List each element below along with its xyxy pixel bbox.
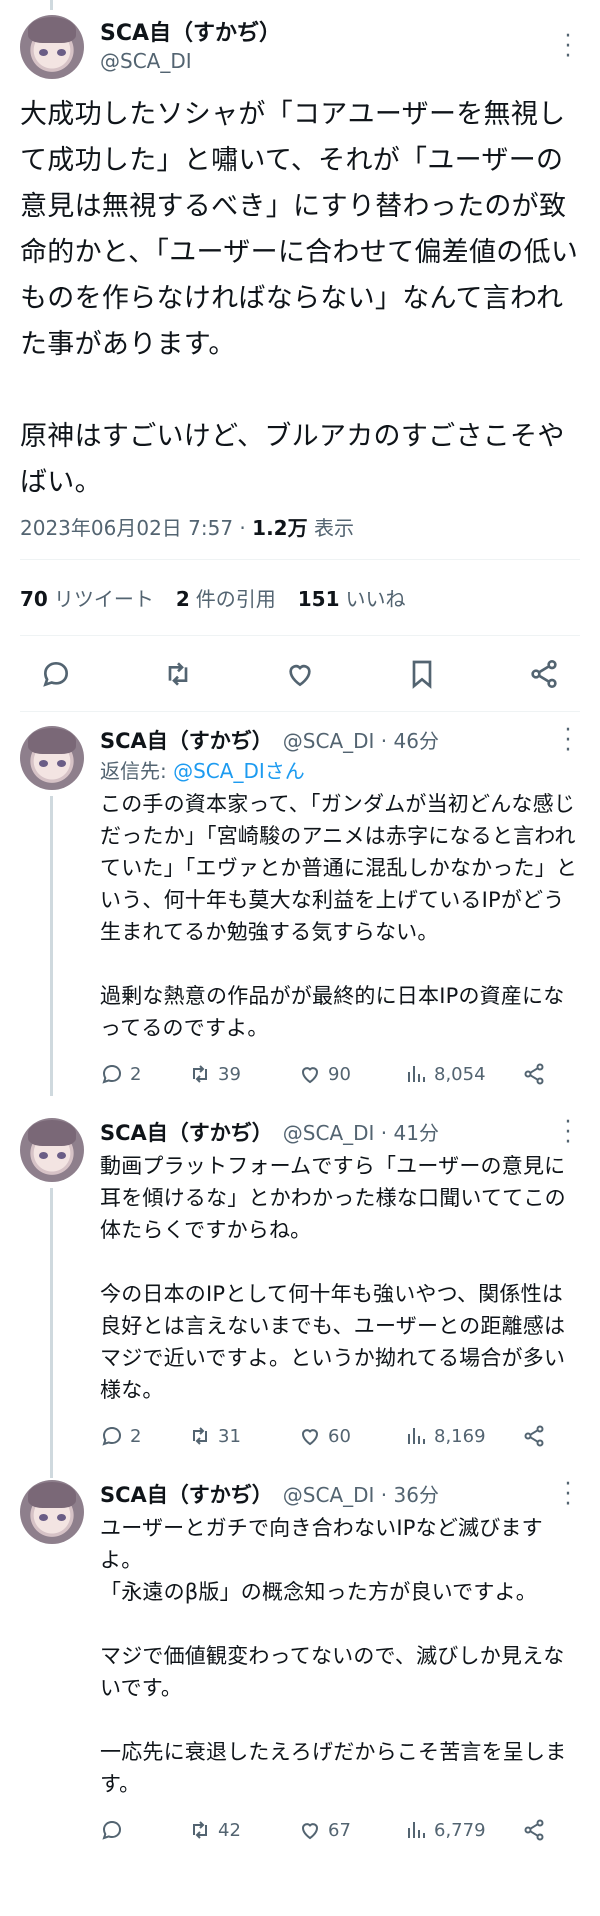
more-options-icon[interactable]: · · · — [556, 720, 580, 762]
main-tweet-header: SCA自（すかぢ） @SCA_DI · · · — [20, 12, 580, 82]
reply-tweet[interactable]: SCA自（すかぢ） @SCA_DI · 36分 · · · ユーザーとガチで向き合わ… — [0, 1466, 600, 1860]
more-options-icon[interactable]: · · · — [556, 1112, 580, 1154]
views-icon — [408, 1066, 425, 1082]
reply-icon — [102, 1426, 122, 1446]
retweet-icon — [193, 1821, 207, 1839]
timestamp[interactable]: 2023年06月02日 7:57 — [20, 516, 233, 540]
display-name[interactable]: SCA自（すかぢ） — [100, 1481, 273, 1509]
like-button[interactable]: 90 — [298, 1062, 404, 1086]
reply-actions: 42 67 6,779 — [100, 1800, 580, 1860]
reply-tweet[interactable]: SCA自（すかぢ） @SCA_DI · 46分 · · · 返信先: @SCA_DI… — [0, 712, 600, 1104]
reply-button[interactable] — [100, 1818, 188, 1842]
views-label: 表示 — [313, 516, 354, 540]
display-name[interactable]: SCA自（すかぢ） — [100, 20, 556, 48]
tweet-actions — [20, 636, 580, 712]
reply-tweet[interactable]: SCA自（すかぢ） @SCA_DI · 41分 · · · 動画プラットフォームです… — [0, 1104, 600, 1478]
thread-line — [50, 1188, 53, 1478]
avatar[interactable] — [20, 726, 84, 790]
share-icon — [524, 1063, 544, 1085]
avatar[interactable] — [20, 15, 84, 79]
share-icon — [524, 1425, 544, 1447]
reply-text: この手の資本家って、「ガンダムが当初どんな感じだったか」「宮崎駿のアニメは赤字に… — [100, 792, 578, 1040]
views-icon — [408, 1428, 425, 1444]
views-button[interactable]: 8,054 — [404, 1062, 522, 1086]
share-button[interactable] — [522, 1818, 546, 1842]
views-count: 1.2万 — [252, 516, 308, 540]
share-button[interactable] — [522, 1062, 546, 1086]
bookmark-icon[interactable] — [406, 658, 438, 690]
share-icon — [524, 1819, 544, 1841]
like-icon — [301, 1429, 319, 1446]
retweets-stat[interactable]: 70 リツイート — [20, 583, 154, 612]
avatar[interactable] — [20, 1118, 84, 1182]
tweet-meta: 2023年06月02日 7:57 · 1.2万 表示 — [20, 512, 580, 560]
views-icon — [408, 1822, 425, 1838]
views-button[interactable]: 6,779 — [404, 1818, 522, 1842]
retweet-button[interactable]: 39 — [188, 1062, 298, 1086]
reply-text: 動画プラットフォームですら「ユーザーの意見に耳を傾けるな」とかわかった様な口聞い… — [100, 1154, 566, 1402]
reply-icon — [102, 1820, 122, 1840]
retweet-icon — [193, 1065, 207, 1083]
reply-button[interactable]: 2 — [100, 1424, 188, 1448]
like-icon[interactable] — [284, 658, 316, 690]
tweet-text: 大成功したソシャが「コアユーザーを無視して成功した」と嘯いて、それが「ユーザーの… — [20, 99, 579, 498]
reply-actions: 2 39 90 8,054 — [100, 1044, 580, 1104]
retweet-button[interactable]: 42 — [188, 1818, 298, 1842]
reply-icon[interactable] — [40, 658, 72, 690]
main-tweet: SCA自（すかぢ） @SCA_DI · · · 大成功したソシャが「コアユーザーを無… — [0, 0, 600, 712]
retweet-icon — [193, 1427, 207, 1445]
display-name[interactable]: SCA自（すかぢ） — [100, 1119, 273, 1147]
like-icon — [301, 1067, 319, 1084]
reply-actions: 2 31 60 8,169 — [100, 1406, 580, 1466]
handle-time: @SCA_DI · 41分 — [282, 1121, 439, 1145]
retweet-icon[interactable] — [162, 658, 194, 690]
like-button[interactable]: 60 — [298, 1424, 404, 1448]
reply-button[interactable]: 2 — [100, 1062, 188, 1086]
quotes-stat[interactable]: 2 件の引用 — [176, 583, 276, 612]
like-button[interactable]: 67 — [298, 1818, 404, 1842]
views-button[interactable]: 8,169 — [404, 1424, 522, 1448]
thread-line — [50, 796, 53, 1096]
handle-time: @SCA_DI · 46分 — [282, 729, 439, 753]
handle-time: @SCA_DI · 36分 — [282, 1483, 439, 1507]
display-name[interactable]: SCA自（すかぢ） — [100, 727, 273, 755]
more-options-icon[interactable]: · · · — [556, 26, 580, 68]
retweet-button[interactable]: 31 — [188, 1424, 298, 1448]
share-icon[interactable] — [528, 658, 560, 690]
reply-to: 返信先: @SCA_DIさん — [100, 759, 305, 783]
reply-icon — [102, 1064, 122, 1084]
tweet-stats: 70 リツイート 2 件の引用 151 いいね — [20, 560, 580, 636]
more-options-icon[interactable]: · · · — [556, 1474, 580, 1516]
reply-text: ユーザーとガチで向き合わないIPなど滅びますよ。 「永遠のβ版」の概念知った方が… — [100, 1516, 567, 1796]
handle[interactable]: @SCA_DI — [100, 48, 556, 74]
avatar[interactable] — [20, 1480, 84, 1544]
likes-stat[interactable]: 151 いいね — [298, 583, 406, 612]
reply-to-link[interactable]: @SCA_DIさん — [173, 759, 305, 783]
like-icon — [301, 1823, 319, 1840]
share-button[interactable] — [522, 1424, 546, 1448]
